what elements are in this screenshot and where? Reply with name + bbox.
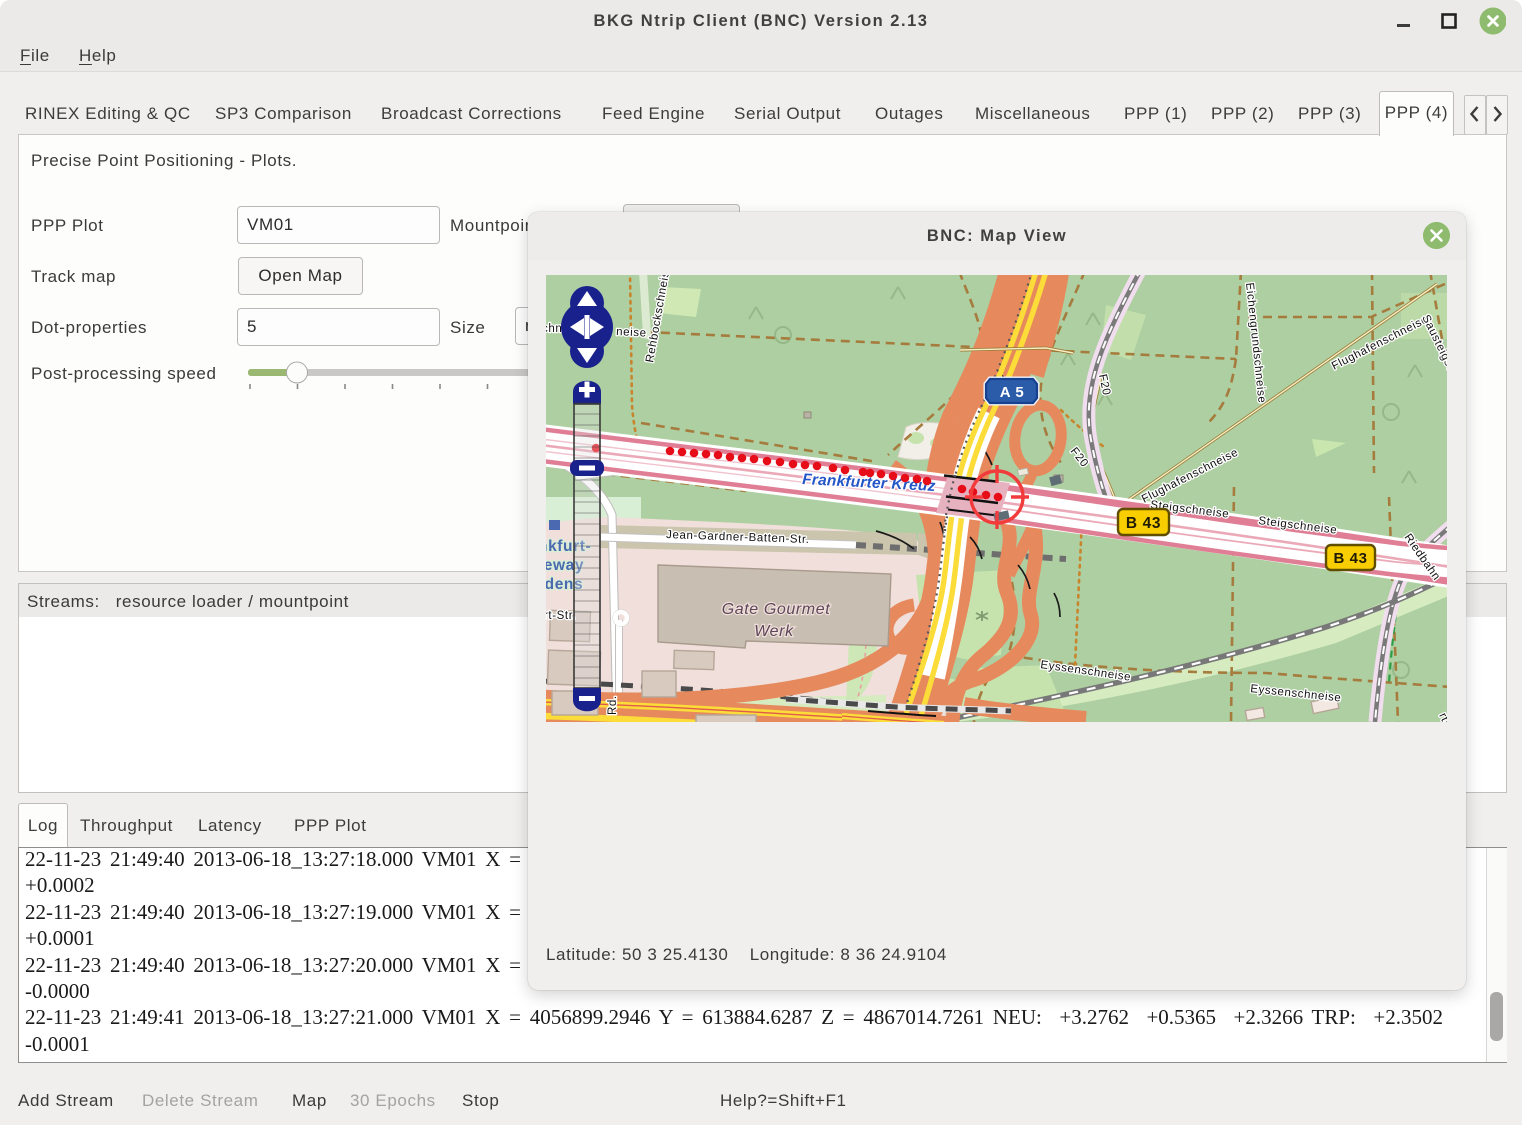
- svg-text:Rd.: Rd.: [607, 695, 619, 715]
- svg-text:B 43: B 43: [1126, 515, 1161, 532]
- svg-text:A 5: A 5: [1000, 384, 1025, 401]
- svg-text:rt-Str.: rt-Str.: [546, 610, 576, 622]
- svg-text:chn: chn: [546, 323, 562, 335]
- svg-text:Werk: Werk: [754, 623, 794, 640]
- svg-text:neise: neise: [616, 326, 647, 340]
- svg-text:Gate Gourmet: Gate Gourmet: [722, 601, 831, 618]
- svg-text:B 43: B 43: [1333, 550, 1367, 567]
